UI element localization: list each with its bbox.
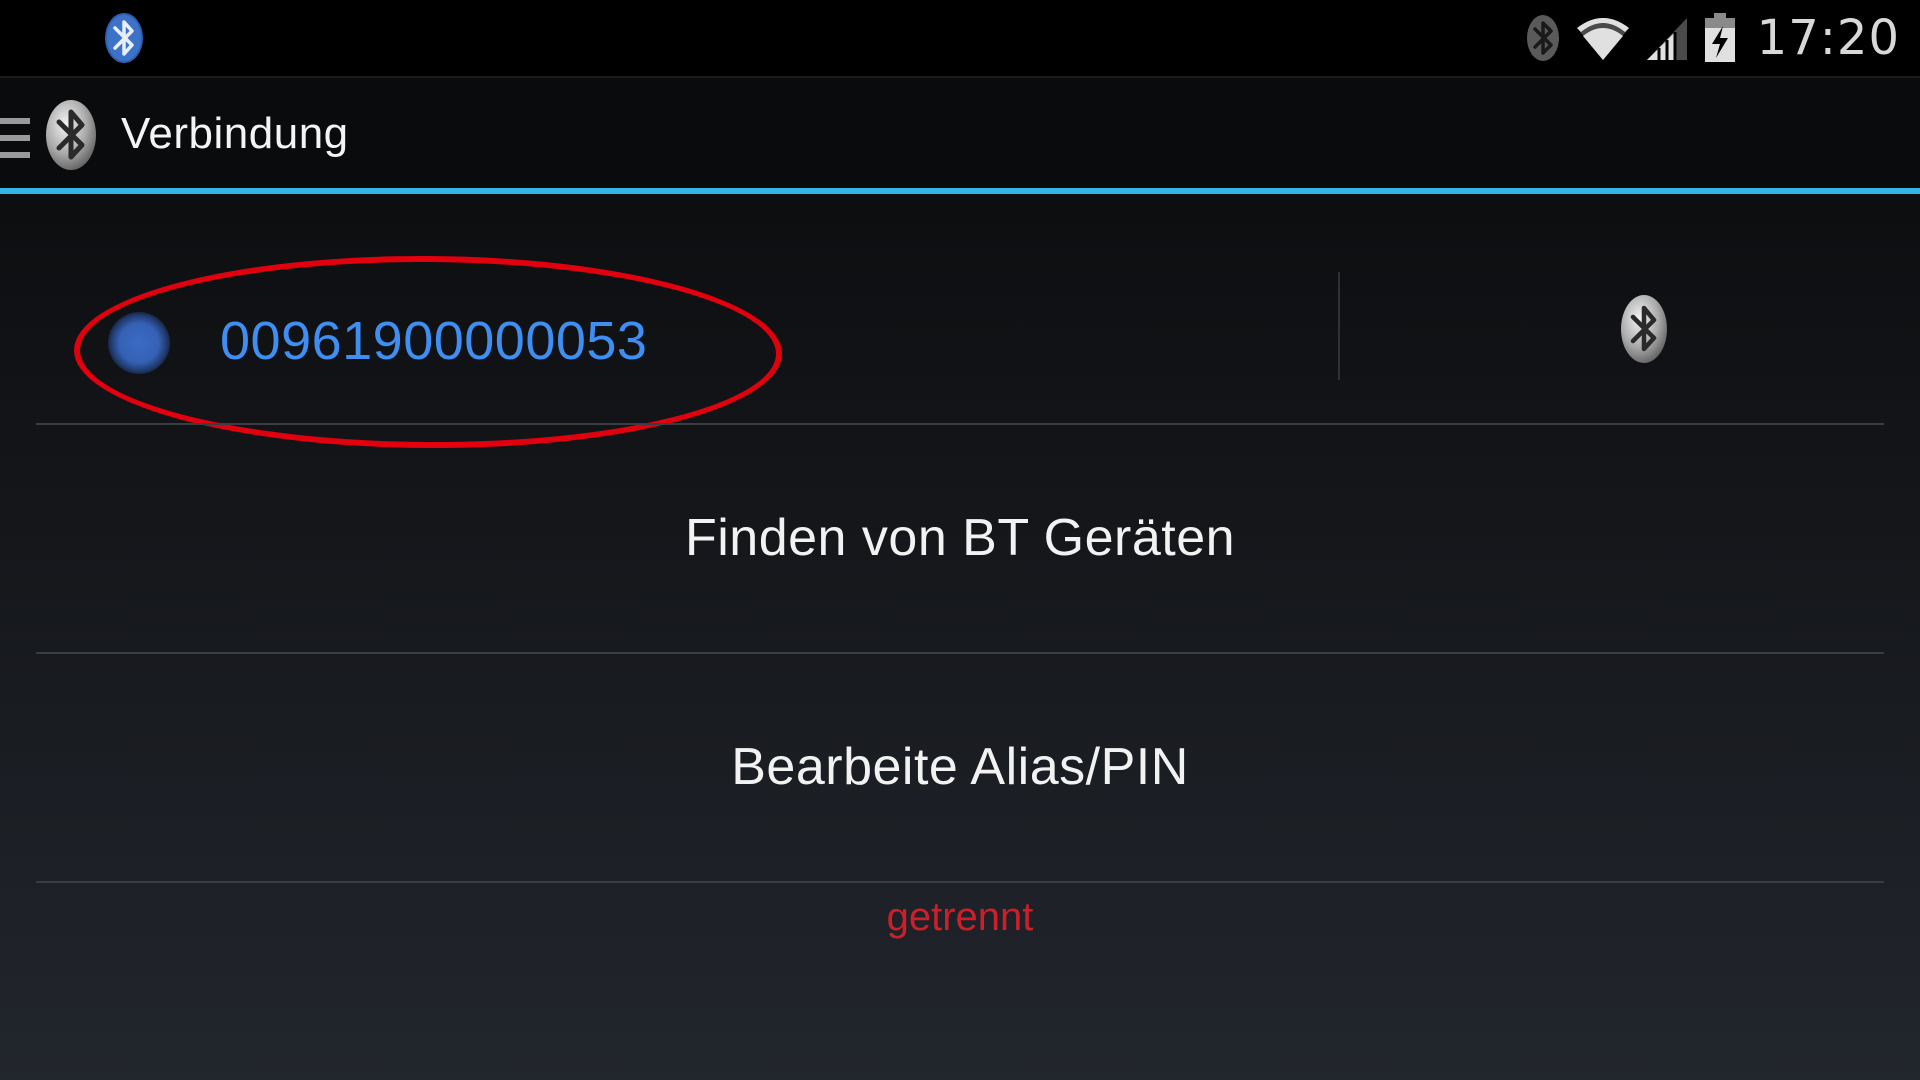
wifi-icon [1576, 18, 1629, 60]
bluetooth-icon [1621, 295, 1667, 363]
bluetooth-notification-icon [105, 13, 143, 63]
device-row[interactable]: 00961900000053 [36, 194, 1884, 450]
content-area: 00961900000053 Finden von BT Geräten Bea… [0, 194, 1920, 1080]
vertical-divider [1338, 272, 1340, 380]
signal-icon [1646, 18, 1687, 60]
connection-status-text: getrennt [886, 895, 1034, 939]
status-icons: 17:20 [1525, 8, 1900, 68]
battery-charging-icon [1704, 13, 1735, 62]
device-id[interactable]: 00961900000053 [220, 304, 647, 378]
divider [36, 881, 1884, 883]
status-time: 17:20 [1756, 10, 1900, 66]
page-title: Verbindung [121, 109, 349, 158]
connection-status-dot [108, 312, 170, 374]
find-bt-devices-button[interactable]: Finden von BT Geräten [36, 425, 1884, 651]
bluetooth-connect-button[interactable] [1576, 264, 1712, 394]
action-bar: Verbindung [0, 76, 1920, 188]
bluetooth-app-icon[interactable] [44, 98, 98, 172]
status-bar: 17:20 [0, 0, 1920, 76]
edit-alias-pin-button[interactable]: Bearbeite Alias/PIN [36, 654, 1884, 880]
drawer-menu-icon[interactable] [0, 116, 30, 160]
bluetooth-icon [1526, 15, 1559, 61]
